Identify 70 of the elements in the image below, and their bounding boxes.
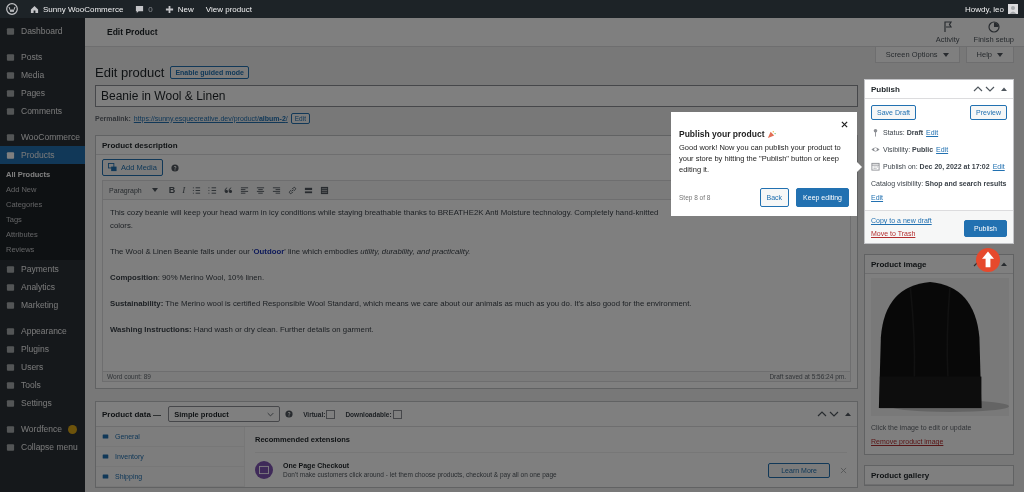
italic-button[interactable]: I: [182, 185, 186, 195]
menu-item[interactable]: Analytics: [0, 278, 85, 296]
menu-item[interactable]: Posts: [0, 48, 85, 66]
home-icon: [30, 4, 39, 14]
page-title: Edit product: [95, 64, 165, 80]
panel-title: Product description: [102, 140, 178, 150]
panel-title: Product data —: [102, 409, 162, 419]
caret-icon: [942, 52, 949, 57]
new-link[interactable]: New: [164, 4, 194, 14]
panel-move-icon[interactable]: [973, 85, 1007, 93]
bulleted-list-icon[interactable]: [192, 185, 202, 195]
progress-circle-icon: [987, 20, 1000, 33]
help-icon[interactable]: [285, 410, 294, 418]
menu-item[interactable]: Payments: [0, 260, 85, 278]
menu-item[interactable]: Collapse menu: [0, 438, 85, 456]
calendar-icon: [871, 162, 880, 171]
align-right-icon[interactable]: [272, 185, 282, 195]
media-icon: [108, 163, 117, 172]
plus-icon: [164, 4, 174, 14]
product-title-field[interactable]: Beanie in Wool & Linen: [95, 85, 858, 107]
avatar-icon: [1008, 4, 1018, 14]
menu-item[interactable]: Products: [0, 146, 85, 164]
panel-title: Publish: [871, 84, 900, 94]
chevron-down-icon: [267, 411, 275, 417]
quote-icon[interactable]: [224, 185, 234, 195]
menu-item[interactable]: Marketing: [0, 296, 85, 314]
menu-item[interactable]: Dashboard: [0, 22, 85, 40]
tour-title: Publish your product: [679, 129, 765, 139]
site-name-link[interactable]: Sunny WooCommerce: [30, 4, 124, 14]
menu-item[interactable]: Wordfence: [0, 420, 85, 438]
panel-move-icon[interactable]: [973, 260, 1007, 268]
link-icon[interactable]: [288, 185, 298, 195]
account-menu[interactable]: Howdy, leo: [965, 4, 1018, 14]
close-icon[interactable]: [841, 121, 848, 128]
menu-item[interactable]: WooCommerce: [0, 128, 85, 146]
menu-item[interactable]: Media: [0, 66, 85, 84]
menu-icon: [6, 26, 15, 36]
menu-item[interactable]: Pages: [0, 84, 85, 102]
wordpress-logo-icon[interactable]: [6, 3, 18, 15]
align-center-icon[interactable]: [256, 185, 266, 195]
caret-icon: [997, 52, 1003, 57]
pin-icon: [871, 128, 880, 137]
help-icon[interactable]: [170, 163, 179, 172]
panel-title: Product gallery: [871, 470, 930, 480]
align-left-icon[interactable]: [240, 185, 250, 195]
flag-icon: [941, 20, 954, 33]
menu-item[interactable]: Tools: [0, 376, 85, 394]
comments-link[interactable]: 0: [135, 4, 153, 14]
extension-icon: [255, 461, 273, 479]
party-popper-icon: [767, 129, 777, 139]
toolbar-toggle-icon[interactable]: [320, 185, 330, 195]
header-title: Edit Product: [107, 27, 158, 37]
caret-icon: [151, 188, 158, 192]
menu-item[interactable]: Users: [0, 358, 85, 376]
menu-item[interactable]: Settings: [0, 394, 85, 412]
eye-icon: [871, 145, 880, 154]
tab-icon: [102, 473, 109, 480]
menu-item[interactable]: Comments: [0, 102, 85, 120]
menu-item[interactable]: Appearance: [0, 322, 85, 340]
read-more-icon[interactable]: [304, 185, 314, 195]
speech-bubble-icon: [135, 4, 145, 14]
panel-title: Product image: [871, 259, 927, 269]
checkbox[interactable]: [326, 409, 336, 419]
bold-button[interactable]: B: [168, 185, 176, 195]
checkbox[interactable]: [392, 409, 402, 419]
menu-item[interactable]: Plugins: [0, 340, 85, 358]
view-product-link[interactable]: View product: [205, 4, 252, 14]
numbered-list-icon[interactable]: [208, 185, 218, 195]
tab-icon: [102, 433, 109, 440]
tab-icon: [102, 453, 109, 460]
